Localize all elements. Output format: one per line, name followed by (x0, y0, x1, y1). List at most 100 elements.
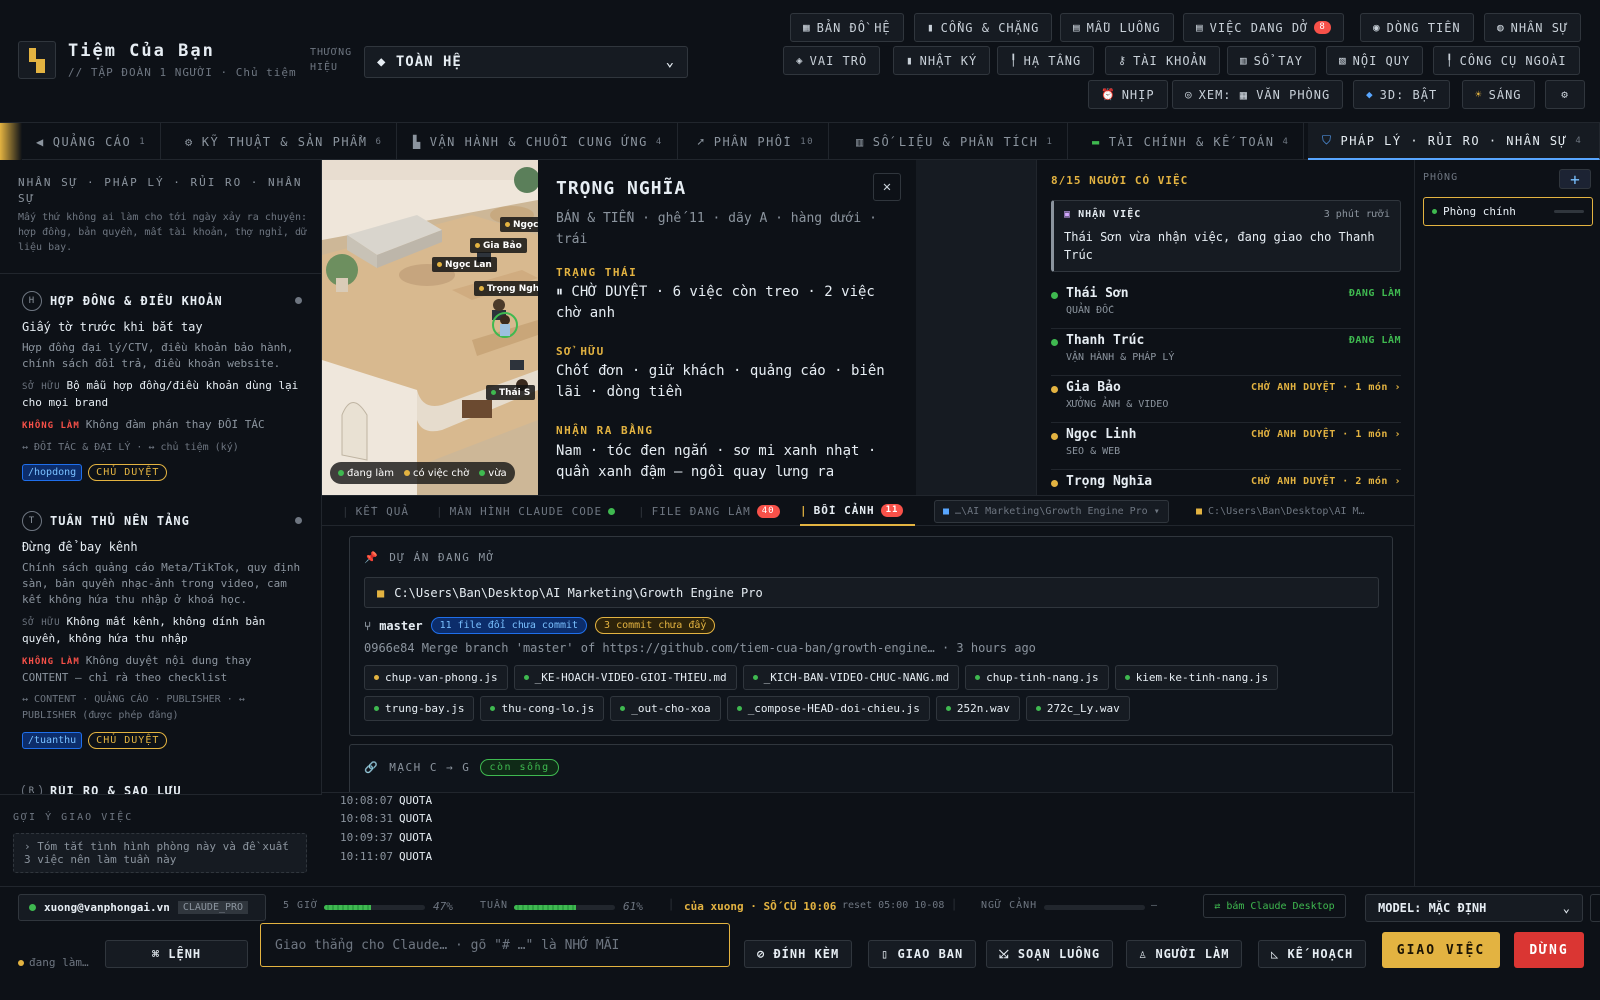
office-person-label[interactable]: Gia Bảo (470, 238, 527, 253)
usage-week-value: 61% (623, 900, 643, 913)
toolbar-view-button[interactable]: ◎ XEM: ▦ VĂN PHÒNG (1172, 80, 1344, 109)
workspace-tabs: | KẾT QUẢ | MÀN HÌNH CLAUDE CODE | FILE ĐAN… (322, 495, 1414, 526)
department-panel: NHÂN SỰ · PHÁP LÝ · RỦI RO · NHÂN SỰ Mấy… (0, 160, 322, 886)
toolbar-vai-tro-button[interactable]: ◈ VAI TRÒ (783, 46, 881, 75)
toolbar-noi-quy-button[interactable]: ▧ NỘI QUY (1326, 46, 1424, 75)
file-chip[interactable]: thu-cong-lo.js (480, 696, 605, 721)
last-commit: 0966e84 Merge branch 'master' of https:/… (364, 641, 1036, 655)
tab-phap-ly[interactable]: ⛉ PHÁP LÝ · RỦI RO · NHÂN SỰ 4 (1308, 123, 1600, 160)
role-subtitle: Giấy tờ trước khi bắt tay (22, 320, 203, 334)
chevron-down-icon: ⌄ (665, 54, 675, 70)
claude-desktop-sync-button[interactable]: ⇄ bám Claude Desktop (1203, 894, 1346, 918)
person-row[interactable]: Trọng Nghĩa CHỜ ANH DUYỆT · 2 món › (1051, 471, 1401, 495)
file-chip[interactable]: kiem-ke-tinh-nang.js (1114, 665, 1279, 690)
toolbar-tai-khoan-button[interactable]: ⚷ TÀI KHOẢN (1105, 46, 1221, 75)
overflow-button[interactable] (1590, 894, 1600, 922)
role-relations: ↔ CONTENT · QUẢNG CÁO · PUBLISHER · ↔ PU… (22, 694, 245, 721)
model-select[interactable]: MODEL: MẶC ĐỊNH ⌄ (1365, 894, 1583, 922)
file-chip[interactable]: _compose-HEAD-doi-chieu.js (726, 696, 930, 721)
person-row[interactable]: Gia Bảo XƯỞNG ẢNH & VIDEO CHỜ ANH DUYỆT · … (1051, 377, 1401, 423)
usage-5h-bar (324, 905, 425, 910)
person-recognize: Nam · tóc đen ngắn · sơ mi xanh nhạt · q… (556, 443, 877, 480)
toolbar-ha-tang-button[interactable]: ╿ HẠ TẦNG (997, 46, 1095, 75)
reset-time: reset 05:00 10-08 (842, 900, 945, 911)
assign-task-button[interactable]: GIAO VIỆC (1382, 932, 1500, 968)
office-person-label[interactable]: Trọng Ngh (474, 281, 538, 296)
tab-ket-qua[interactable]: | KẾT QUẢ (342, 496, 409, 526)
role-command-tag[interactable]: /tuanthu (22, 732, 83, 749)
toolbar-3d-button[interactable]: ◆ 3D: BẬT (1353, 80, 1451, 109)
file-chip[interactable]: _KICH-BAN-VIDEO-CHUC-NANG.md (742, 665, 960, 690)
tab-phan-phoi[interactable]: ➚ PHÂN PHỐI 10 (683, 123, 830, 160)
compose-flow-button[interactable]: ⤩ SOẠN LUỒNG (986, 940, 1114, 968)
tab-tai-chinh[interactable]: ▬ TÀI CHÍNH & KẾ TOÁN 4 (1078, 123, 1305, 160)
open-project-card: 📌 DỰ ÁN ĐANG MỞ ■ C:\Users\Ban\Desktop\AI … (349, 536, 1393, 736)
role-card[interactable]: T TUÂN THỦ NỀN TẢNG Đừng để bay kênh Chín… (22, 511, 302, 749)
person-row[interactable]: Thanh Trúc VẬN HÀNH & PHÁP LÝ ĐANG LÀM (1051, 330, 1401, 376)
stop-button[interactable]: DỪNG (1514, 932, 1584, 968)
person-row[interactable]: Thái Sơn QUẢN ĐỐC ĐANG LÀM (1051, 283, 1401, 329)
live-dot (608, 507, 616, 515)
recognize-heading: NHẬN RA BẰNG (556, 424, 654, 437)
toolbar-cong-cu-ngoai-button[interactable]: ╿ CÔNG CỤ NGOÀI (1433, 46, 1580, 75)
factory-icon: ▙ (413, 134, 422, 149)
file-chip[interactable]: 252n.wav (935, 696, 1020, 721)
toolbar-mau-luong-button[interactable]: ▤ MẪU LUỒNG (1060, 13, 1174, 42)
standup-button[interactable]: ▯ GIAO BAN (868, 940, 977, 968)
toolbar-viec-dang-do-button[interactable]: ▤ VIỆC DANG DỞ 8 (1183, 13, 1344, 42)
sun-icon: ☀ (1475, 88, 1483, 101)
file-chip[interactable]: _KE-HOACH-VIDEO-GIOI-THIEU.md (513, 665, 737, 690)
plan-button[interactable]: ◺ KẾ HOẠCH (1258, 940, 1367, 968)
tab-claude-code-screen[interactable]: | MÀN HÌNH CLAUDE CODE (436, 496, 616, 526)
toolbar-so-tay-button[interactable]: ▥ SỔ TAY (1227, 46, 1316, 75)
tab-boi-canh[interactable]: | BỐI CẢNH 11 (800, 496, 916, 526)
open-folder-path[interactable]: ■ C:\Users\Ban\Desktop\AI M… (1188, 500, 1373, 523)
file-chip[interactable]: trung-bay.js (364, 696, 475, 721)
file-status-dot (1035, 706, 1041, 711)
tool-icon: ╿ (1446, 54, 1454, 67)
project-selector[interactable]: ■ …\AI Marketing\Growth Engine Pro ▾ (934, 500, 1169, 523)
role-command-tag[interactable]: /hopdong (22, 464, 83, 481)
room-item[interactable]: Phòng chính (1423, 197, 1593, 226)
log-line: 10:11:07 QUOTA (340, 850, 433, 863)
role-icon: ◈ (796, 54, 804, 67)
toolbar-cong-chang-button[interactable]: ▮ CỔNG & CHẶNG (914, 13, 1053, 42)
office-person-label[interactable]: Thái S (486, 385, 536, 400)
role-card[interactable]: H HỢP ĐỒNG & ĐIỀU KHOẢN Giấy tờ trước khi… (22, 291, 302, 481)
file-chip[interactable]: _out-cho-xoa (610, 696, 721, 721)
person-row[interactable]: Ngọc Linh SEO & WEB CHỜ ANH DUYỆT · 1 món … (1051, 424, 1401, 470)
detail-spacer (916, 160, 1036, 495)
office-3d-view[interactable]: Ngọc Gia Bảo Ngọc Lan Trọng Ngh Thái S đ… (322, 160, 538, 495)
toolbar-nhat-ky-button[interactable]: ▮ NHẬT KÝ (893, 46, 991, 75)
toolbar-theme-button[interactable]: ☀ SÁNG (1462, 80, 1535, 109)
account-chip[interactable]: xuong@vanphongai.vn CLAUDE_PRO (18, 894, 266, 921)
toolbar-nhip-button[interactable]: ⏰ NHỊP (1088, 80, 1168, 109)
toolbar-ban-do-he-button[interactable]: ▦ BẢN ĐỒ HỆ (790, 13, 904, 42)
file-status-dot (1124, 675, 1130, 680)
close-button[interactable]: ✕ (873, 173, 901, 201)
command-button[interactable]: ⌘ LỆNH (105, 940, 248, 968)
office-person-label[interactable]: Ngọc (500, 217, 538, 232)
tab-quang-cao[interactable]: ◀ QUẢNG CÁO 1 (22, 123, 162, 160)
role-owns: SỞ HỮU Không mất kênh, không dính bản quy… (22, 615, 266, 645)
tab-so-lieu[interactable]: ▥ SỐ LIỆU & PHÂN TÍCH 1 (842, 123, 1069, 160)
worker-button[interactable]: ♙ NGƯỜI LÀM (1126, 940, 1243, 968)
tab-ky-thuat-san-pham[interactable]: ⚙ KỸ THUẬT & SẢN PHẨM 6 (171, 123, 398, 160)
project-path[interactable]: ■ C:\Users\Ban\Desktop\AI Marketing\Growt… (364, 577, 1379, 608)
file-chip[interactable]: 272c_Ly.wav (1025, 696, 1130, 721)
task-input[interactable]: Giao thẳng cho Claude… · gõ "# …" là NHỚ… (260, 923, 730, 967)
suggestion-item[interactable]: › Tóm tắt tình hình phòng này và đề xuất… (13, 833, 307, 873)
account-email: xuong@vanphongai.vn (44, 901, 170, 914)
tab-van-hanh[interactable]: ▙ VẬN HÀNH & CHUỖI CUNG ỨNG 4 (399, 123, 678, 160)
attach-button[interactable]: ⊘ ĐÍNH KÈM (744, 940, 853, 968)
add-room-button[interactable]: + (1559, 169, 1591, 189)
tab-file-dang-lam[interactable]: | FILE ĐANG LÀM 40 (638, 496, 780, 526)
file-chip[interactable]: chup-van-phong.js (364, 665, 508, 690)
file-chip[interactable]: chup-tinh-nang.js (965, 665, 1109, 690)
activity-notice[interactable]: ▣ NHẬN VIỆC 3 phút rưỡi Thái Sơn vừa nhậ… (1051, 200, 1401, 272)
office-person-label[interactable]: Ngọc Lan (432, 257, 497, 272)
toolbar-dong-tien-button[interactable]: ◉ DÒNG TIỀN (1360, 13, 1474, 42)
toolbar-nhan-su-button[interactable]: ◍ NHÂN SỰ (1484, 13, 1582, 42)
toolbar-settings-button[interactable]: ⚙ (1545, 80, 1585, 109)
brand-select[interactable]: ◆ TOÀN HỆ ⌄ (364, 46, 688, 78)
